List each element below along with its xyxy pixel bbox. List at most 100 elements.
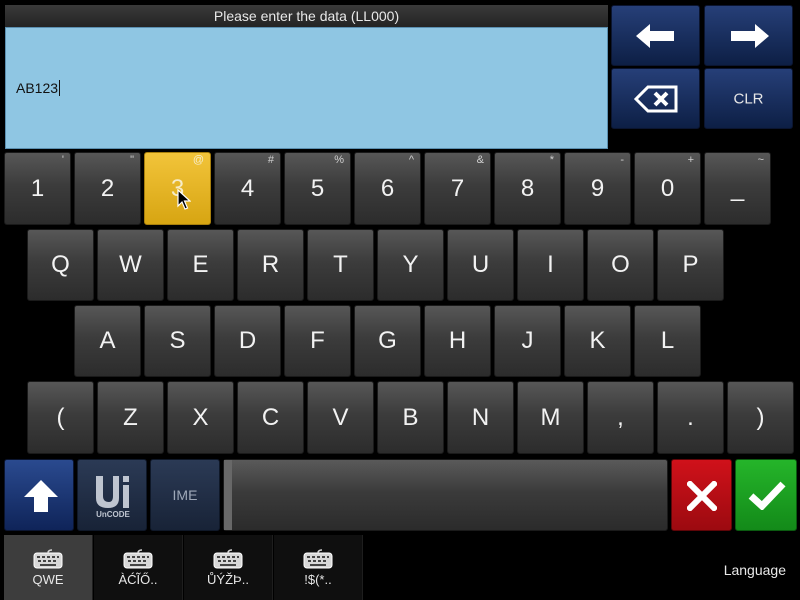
key-alt-label: ~: [757, 154, 764, 166]
layout-tab-0[interactable]: QWE: [4, 535, 93, 600]
clear-button-label: CLR: [733, 90, 764, 107]
key-3-4[interactable]: V: [307, 381, 374, 454]
key-2-4[interactable]: G: [354, 305, 421, 377]
layout-tab-3[interactable]: !$(*..: [274, 535, 363, 600]
layout-tab-1[interactable]: ÀĆĨŐ..: [94, 535, 183, 600]
key-label: ,: [617, 403, 624, 431]
key-0-8[interactable]: 9-: [564, 152, 631, 225]
ime-button[interactable]: IME: [150, 459, 220, 531]
key-label: O: [611, 251, 630, 278]
key-label: H: [448, 327, 467, 354]
layout-tab-label: ÀĆĨŐ..: [118, 572, 158, 587]
key-label: 6: [380, 174, 395, 202]
key-1-3[interactable]: R: [237, 229, 304, 301]
key-alt-label: +: [687, 154, 694, 166]
cursor-right-button[interactable]: [704, 5, 793, 66]
key-3-5[interactable]: B: [377, 381, 444, 454]
clear-button[interactable]: CLR: [704, 68, 793, 129]
key-label: _: [730, 174, 745, 202]
key-label: 0: [660, 174, 675, 202]
key-label: U: [471, 251, 490, 278]
key-label: I: [547, 251, 554, 278]
key-label: Z: [123, 403, 138, 431]
key-label: B: [402, 403, 419, 431]
unicode-logo-icon: UnCODE: [96, 476, 131, 518]
key-0-9[interactable]: 0 +: [634, 152, 701, 225]
key-0-6[interactable]: 7 &: [424, 152, 491, 225]
key-3-3[interactable]: C: [237, 381, 304, 454]
key-label: 5: [310, 174, 325, 202]
key-alt-label: ': [61, 154, 64, 166]
key-2-5[interactable]: H: [424, 305, 491, 377]
key-label: V: [332, 403, 349, 431]
key-1-7[interactable]: I: [517, 229, 584, 301]
key-1-8[interactable]: O: [587, 229, 654, 301]
checkmark-icon: [748, 481, 786, 510]
prompt-title: Please enter the data (LL000): [5, 5, 608, 28]
key-2-3[interactable]: F: [284, 305, 351, 377]
key-2-1[interactable]: S: [144, 305, 211, 377]
key-0-3[interactable]: 4 #: [214, 152, 281, 225]
key-1-5[interactable]: Y: [377, 229, 444, 301]
key-2-7[interactable]: K: [564, 305, 631, 377]
data-entry-field[interactable]: AB123: [5, 27, 608, 149]
key-label: 9: [590, 174, 605, 202]
key-alt-label: &: [476, 154, 484, 166]
key-label: K: [589, 327, 606, 354]
key-0-7[interactable]: 8 *: [494, 152, 561, 225]
language-button[interactable]: Language: [724, 562, 786, 578]
key-3-8[interactable]: ,: [587, 381, 654, 454]
key-2-2[interactable]: D: [214, 305, 281, 377]
key-0-5[interactable]: 6 ^: [354, 152, 421, 225]
key-0-2[interactable]: 3 @: [144, 152, 211, 225]
key-2-8[interactable]: L: [634, 305, 701, 377]
key-2-6[interactable]: J: [494, 305, 561, 377]
cursor-left-button[interactable]: [611, 5, 700, 66]
svg-text:UnCODE: UnCODE: [96, 510, 130, 518]
key-label: A: [99, 327, 116, 354]
key-1-1[interactable]: W: [97, 229, 164, 301]
key-3-7[interactable]: M: [517, 381, 584, 454]
layout-tab-label: !$(*..: [304, 572, 332, 587]
key-label: 4: [240, 174, 255, 202]
arrow-left-icon: [635, 23, 674, 48]
key-3-1[interactable]: Z: [97, 381, 164, 454]
key-0-1[interactable]: 2 ": [74, 152, 141, 225]
cancel-button[interactable]: [671, 459, 732, 531]
key-label: W: [119, 251, 142, 278]
key-0-4[interactable]: 5%: [284, 152, 351, 225]
shift-button[interactable]: [4, 459, 74, 531]
space-bar[interactable]: [223, 459, 668, 531]
key-1-4[interactable]: T: [307, 229, 374, 301]
ok-button[interactable]: [735, 459, 797, 531]
backspace-button[interactable]: [611, 68, 700, 129]
key-label: .: [687, 403, 694, 431]
key-alt-label: ": [130, 154, 134, 166]
key-0-0[interactable]: 1 ': [4, 152, 71, 225]
key-label: 7: [450, 174, 465, 202]
entry-value: AB123: [16, 80, 59, 96]
key-3-10[interactable]: ): [727, 381, 794, 454]
key-alt-label: -: [620, 154, 624, 166]
keyboard-icon: [303, 549, 333, 569]
key-label: P: [682, 251, 699, 278]
key-1-0[interactable]: Q: [27, 229, 94, 301]
key-label: S: [169, 327, 186, 354]
key-label: Y: [402, 251, 419, 278]
key-3-0[interactable]: (: [27, 381, 94, 454]
key-3-9[interactable]: .: [657, 381, 724, 454]
key-3-6[interactable]: N: [447, 381, 514, 454]
key-1-2[interactable]: E: [167, 229, 234, 301]
key-2-0[interactable]: A: [74, 305, 141, 377]
key-alt-label: *: [549, 154, 554, 166]
key-3-2[interactable]: X: [167, 381, 234, 454]
keyboard-icon: [213, 549, 243, 569]
key-1-9[interactable]: P: [657, 229, 724, 301]
layout-tab-label: ŮÝŽÞ..: [207, 572, 249, 587]
key-label: J: [521, 327, 534, 354]
key-0-10[interactable]: _ ~: [704, 152, 771, 225]
unicode-button[interactable]: UnCODE: [77, 459, 147, 531]
layout-tab-2[interactable]: ŮÝŽÞ..: [184, 535, 273, 600]
key-1-6[interactable]: U: [447, 229, 514, 301]
key-alt-label: %: [334, 154, 344, 166]
